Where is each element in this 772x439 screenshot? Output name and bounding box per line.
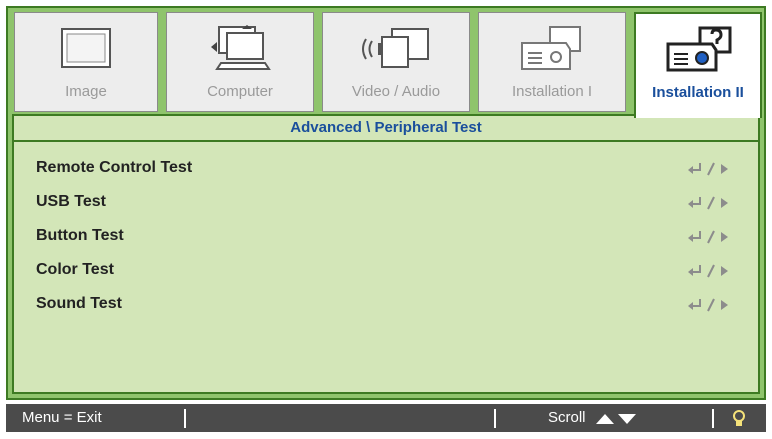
up-down-triangles-icon	[596, 412, 640, 429]
enter-arrow-icon[interactable]	[688, 162, 730, 181]
tab-label: Video / Audio	[351, 83, 441, 100]
osd-menu-frame: Image Computer Video / Audio Installatio…	[6, 6, 766, 400]
tab-video-audio[interactable]: Video / Audio	[322, 12, 470, 112]
menu-exit-hint: Menu = Exit	[22, 409, 102, 426]
menu-item-label: USB Test	[36, 193, 106, 210]
tab-bar: Image Computer Video / Audio Installatio…	[12, 12, 762, 118]
menu-item-label: Color Test	[36, 261, 114, 278]
projector-help-icon	[660, 26, 736, 81]
enter-arrow-icon[interactable]	[688, 298, 730, 317]
tab-label: Installation II	[652, 84, 744, 101]
enter-arrow-icon[interactable]	[688, 230, 730, 249]
tab-label: Installation I	[511, 83, 593, 100]
lightbulb-icon	[732, 410, 746, 432]
tab-label: Image	[65, 83, 107, 100]
monitor-icon	[58, 25, 114, 78]
enter-arrow-icon[interactable]	[688, 196, 730, 215]
menu-item-label: Remote Control Test	[36, 159, 193, 176]
menu-item-sound-test[interactable]: Sound Test	[36, 290, 744, 320]
scroll-hint: Scroll	[548, 409, 586, 426]
menu-item-label: Sound Test	[36, 295, 122, 312]
panel-title: Advanced \ Peripheral Test	[14, 116, 758, 142]
menu-item-label: Button Test	[36, 227, 124, 244]
footer-divider	[712, 409, 714, 428]
tab-installation-ii[interactable]: Installation II	[634, 12, 762, 118]
enter-arrow-icon[interactable]	[688, 264, 730, 283]
tab-label: Computer	[207, 83, 273, 100]
footer-divider	[184, 409, 186, 428]
tab-installation-i[interactable]: Installation I	[478, 12, 626, 112]
projector-icon	[512, 25, 592, 78]
footer-divider	[494, 409, 496, 428]
menu-item-remote-control-test[interactable]: Remote Control Test	[36, 154, 744, 184]
laptop-icon	[205, 25, 275, 78]
video-audio-icon	[356, 25, 436, 78]
tab-computer[interactable]: Computer	[166, 12, 314, 112]
settings-panel: Advanced \ Peripheral Test Remote Contro…	[12, 114, 760, 394]
tab-image[interactable]: Image	[14, 12, 158, 112]
footer-bar: Menu = Exit Scroll	[6, 404, 766, 432]
menu-item-button-test[interactable]: Button Test	[36, 222, 744, 252]
menu-item-color-test[interactable]: Color Test	[36, 256, 744, 286]
menu-item-usb-test[interactable]: USB Test	[36, 188, 744, 218]
